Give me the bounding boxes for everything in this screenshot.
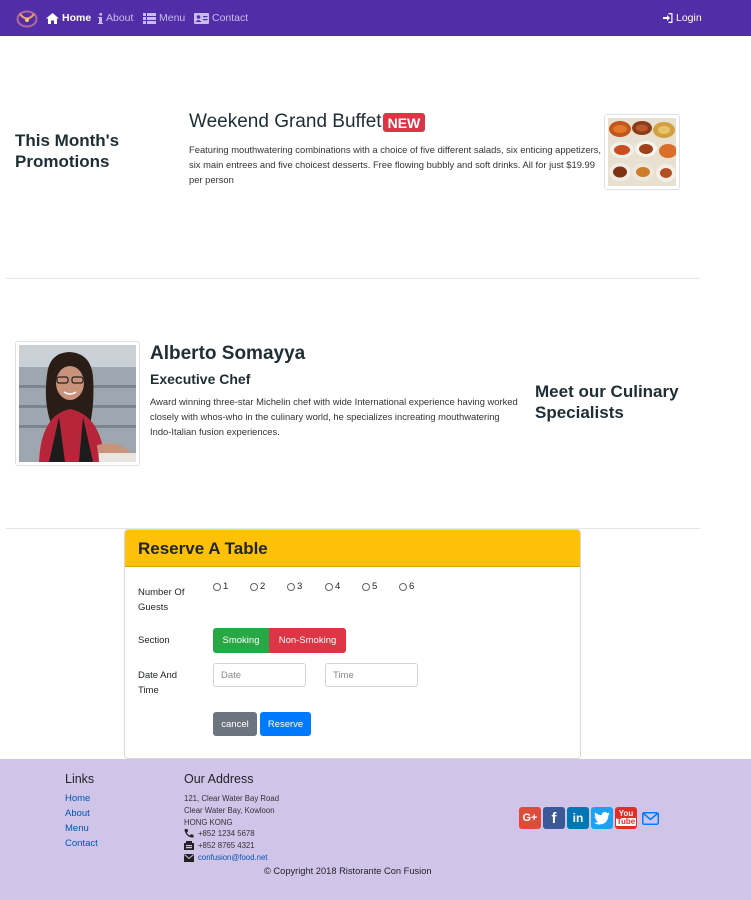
phone-number: +852 1234 5678 bbox=[198, 829, 255, 838]
section-label: Section bbox=[138, 635, 170, 646]
radio-label: 5 bbox=[372, 581, 378, 592]
nav-menu-label: Menu bbox=[159, 12, 186, 24]
cancel-button[interactable]: cancel bbox=[213, 712, 257, 736]
nav-home[interactable]: Home bbox=[46, 11, 91, 25]
promotions-heading: This Month's Promotions bbox=[15, 131, 120, 171]
specialists-heading: Meet our Culinary Specialists bbox=[535, 382, 679, 422]
smoking-button[interactable]: Smoking bbox=[213, 628, 269, 653]
promotion-title-row: Weekend Grand Buffet NEW bbox=[189, 111, 426, 133]
email-link[interactable]: confusion@food.net bbox=[198, 853, 267, 862]
address-line: 121, Clear Water Bay Road bbox=[184, 794, 280, 803]
section-toggle-group: Smoking Non-Smoking bbox=[213, 628, 346, 653]
guest-radio-5[interactable]: 5 bbox=[362, 581, 377, 592]
envelope-icon bbox=[184, 853, 194, 862]
nav-contact[interactable]: Contact bbox=[194, 11, 248, 25]
address-heading: Our Address bbox=[184, 772, 254, 786]
card-header: Reserve A Table bbox=[125, 530, 580, 567]
guest-radio-4[interactable]: 4 bbox=[325, 581, 340, 592]
guest-radio-1[interactable]: 1 bbox=[213, 581, 228, 592]
radio-label: 4 bbox=[335, 581, 341, 592]
chef-description: Award winning three-star Michelin chef w… bbox=[150, 396, 518, 437]
date-input[interactable] bbox=[213, 663, 306, 687]
linkedin-icon[interactable]: in bbox=[567, 807, 589, 829]
chef-name: Alberto Somayya bbox=[150, 343, 306, 364]
promotion-image bbox=[604, 114, 680, 190]
datetime-label: Date And Time bbox=[138, 670, 178, 696]
login-label: Login bbox=[676, 12, 702, 24]
guests-label: Number Of Guests bbox=[138, 587, 185, 613]
radio-label: 3 bbox=[297, 581, 303, 592]
email-line: confusion@food.net bbox=[184, 853, 267, 862]
google-plus-icon[interactable]: G+ bbox=[519, 807, 541, 829]
nav-menu[interactable]: Menu bbox=[143, 11, 185, 25]
nav-home-label: Home bbox=[62, 12, 92, 24]
nav-about-label: About bbox=[106, 12, 134, 24]
mail-icon[interactable] bbox=[640, 807, 660, 829]
address-line: HONG KONG bbox=[184, 818, 233, 827]
logo-icon[interactable] bbox=[16, 8, 38, 28]
promotion-title: Weekend Grand Buffet bbox=[189, 111, 382, 132]
radio-circle[interactable] bbox=[362, 582, 370, 591]
reserve-title: Reserve A Table bbox=[138, 539, 268, 558]
chef-designation: Executive Chef bbox=[150, 371, 251, 387]
phone-line: +852 1234 5678 bbox=[184, 829, 255, 838]
sign-in-icon bbox=[663, 13, 673, 23]
list-icon bbox=[143, 12, 156, 24]
address-line: Clear Water Bay, Kowloon bbox=[184, 806, 275, 815]
radio-circle[interactable] bbox=[287, 582, 295, 591]
new-badge: NEW bbox=[382, 112, 426, 132]
nav-about[interactable]: About bbox=[98, 11, 133, 25]
non-smoking-button[interactable]: Non-Smoking bbox=[269, 628, 346, 653]
reserve-button[interactable]: Reserve bbox=[260, 712, 311, 736]
radio-circle[interactable] bbox=[213, 582, 221, 591]
links-heading: Links bbox=[65, 772, 95, 786]
chef-photo bbox=[15, 341, 140, 466]
footer-link-about[interactable]: About bbox=[65, 808, 90, 819]
footer-link-home[interactable]: Home bbox=[65, 793, 90, 804]
section-divider bbox=[6, 278, 700, 279]
twitter-icon[interactable] bbox=[591, 807, 613, 829]
phone-icon bbox=[184, 829, 194, 838]
address-card-icon bbox=[194, 12, 209, 24]
time-input[interactable] bbox=[325, 663, 418, 687]
radio-circle[interactable] bbox=[250, 582, 258, 591]
youtube-tube: Tube bbox=[615, 817, 637, 826]
youtube-icon[interactable]: You Tube bbox=[615, 807, 637, 829]
home-icon bbox=[46, 12, 59, 24]
footer-link-contact[interactable]: Contact bbox=[65, 838, 98, 849]
radio-circle[interactable] bbox=[325, 582, 333, 591]
radio-label: 1 bbox=[223, 581, 229, 592]
radio-label: 6 bbox=[409, 581, 415, 592]
navbar: Home About Menu Contact Login bbox=[0, 0, 751, 36]
fax-line: +852 8765 4321 bbox=[184, 841, 255, 850]
facebook-icon[interactable]: f bbox=[543, 807, 565, 829]
footer-link-menu[interactable]: Menu bbox=[65, 823, 89, 834]
guest-radio-2[interactable]: 2 bbox=[250, 581, 265, 592]
copyright-text: © Copyright 2018 Ristorante Con Fusion bbox=[264, 866, 432, 876]
fax-icon bbox=[184, 841, 194, 850]
reserve-table-card: Reserve A Table Number Of Guests 1 2 3 4… bbox=[124, 529, 581, 759]
promotion-description: Featuring mouthwatering combinations wit… bbox=[189, 144, 602, 185]
guest-radio-3[interactable]: 3 bbox=[287, 581, 302, 592]
info-icon bbox=[98, 12, 103, 24]
footer: Links Home About Menu Contact Our Addres… bbox=[0, 759, 751, 900]
guest-radio-6[interactable]: 6 bbox=[399, 581, 414, 592]
nav-contact-label: Contact bbox=[212, 12, 249, 24]
radio-label: 2 bbox=[260, 581, 266, 592]
radio-circle[interactable] bbox=[399, 582, 407, 591]
fax-number: +852 8765 4321 bbox=[198, 841, 255, 850]
login-button[interactable]: Login bbox=[663, 11, 702, 25]
